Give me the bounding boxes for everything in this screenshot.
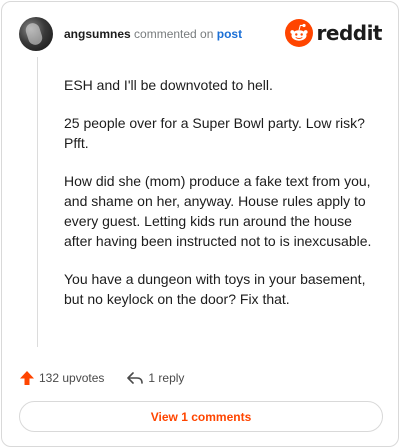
action-text: commented on [134, 27, 214, 41]
comment-header: angsumnes commented on post reddit [19, 17, 383, 51]
arrow-up-icon [20, 371, 34, 385]
comment-body: ESH and I'll be downvoted to hell. 25 pe… [64, 75, 382, 327]
username[interactable]: angsumnes [64, 27, 131, 41]
comment-card: angsumnes commented on post reddit ESH a… [1, 1, 399, 447]
reply-button[interactable]: 1 reply [126, 370, 184, 386]
post-link[interactable]: post [217, 27, 242, 41]
reddit-logo-icon [284, 19, 313, 47]
comment-paragraph: How did she (mom) produce a fake text fr… [64, 173, 372, 249]
reply-arrow-icon [127, 372, 144, 384]
avatar[interactable] [19, 17, 53, 51]
comment-paragraph: 25 people over for a Super Bowl party. L… [64, 115, 365, 151]
comment-paragraph: You have a dungeon with toys in your bas… [64, 271, 366, 307]
reddit-brand[interactable]: reddit [284, 19, 383, 47]
comment-actions: 132 upvotes 1 reply [19, 368, 184, 388]
thread-line [37, 57, 38, 347]
reddit-wordmark: reddit [316, 21, 383, 45]
byline: angsumnes commented on post [64, 27, 242, 41]
upvotes-count: 132 upvotes [39, 371, 105, 385]
view-comments-button[interactable]: View 1 comments [19, 401, 383, 432]
reply-count: 1 reply [148, 371, 185, 385]
upvote-button[interactable]: 132 upvotes [19, 370, 104, 386]
comment-paragraph: ESH and I'll be downvoted to hell. [64, 77, 273, 93]
